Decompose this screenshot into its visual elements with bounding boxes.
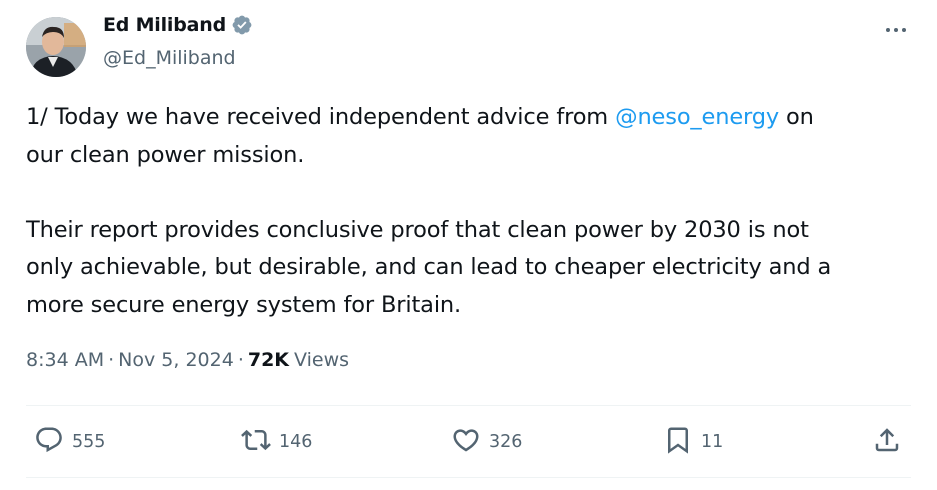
views-count[interactable]: 72K bbox=[248, 349, 289, 371]
tweet-text: 1/ Today we have received independent ad… bbox=[26, 99, 916, 324]
author-handle[interactable]: @Ed_Miliband bbox=[103, 47, 236, 69]
author-name-row[interactable]: Ed Miliband bbox=[103, 14, 253, 36]
repost-count: 146 bbox=[279, 432, 313, 452]
like-count: 326 bbox=[489, 432, 523, 452]
divider bbox=[26, 405, 911, 406]
repost-icon bbox=[241, 425, 271, 460]
meta-separator: · bbox=[108, 349, 115, 371]
repost-button[interactable]: 146 bbox=[241, 421, 312, 463]
share-icon bbox=[872, 425, 902, 460]
meta-separator: · bbox=[237, 349, 244, 371]
avatar[interactable] bbox=[26, 17, 86, 77]
share-button[interactable] bbox=[872, 421, 902, 463]
verified-badge-icon[interactable] bbox=[231, 14, 253, 36]
reply-icon bbox=[34, 425, 64, 460]
heart-icon bbox=[451, 425, 481, 460]
like-button[interactable]: 326 bbox=[451, 421, 522, 463]
tweet-text-part1: 1/ Today we have received independent ad… bbox=[26, 104, 616, 130]
tweet-text-part2: on our clean power mission. Their report… bbox=[26, 104, 832, 318]
action-bar: 555 146 326 11 bbox=[26, 421, 916, 463]
mention-link[interactable]: @neso_energy bbox=[615, 104, 779, 130]
views-label[interactable]: Views bbox=[294, 349, 349, 371]
tweet-date[interactable]: Nov 5, 2024 bbox=[118, 349, 234, 371]
more-options-button[interactable] bbox=[880, 14, 912, 42]
tweet-time[interactable]: 8:34 AM bbox=[26, 349, 104, 371]
divider bbox=[26, 477, 911, 478]
reply-count: 555 bbox=[72, 432, 106, 452]
bookmark-button[interactable]: 11 bbox=[663, 421, 723, 463]
author-display-name[interactable]: Ed Miliband bbox=[103, 14, 226, 36]
reply-button[interactable]: 555 bbox=[34, 421, 105, 463]
bookmark-icon bbox=[663, 425, 693, 460]
bookmark-count: 11 bbox=[701, 432, 724, 452]
tweet-metadata: 8:34 AM · Nov 5, 2024 · 72K Views bbox=[26, 349, 349, 371]
more-dots-icon bbox=[884, 19, 908, 38]
